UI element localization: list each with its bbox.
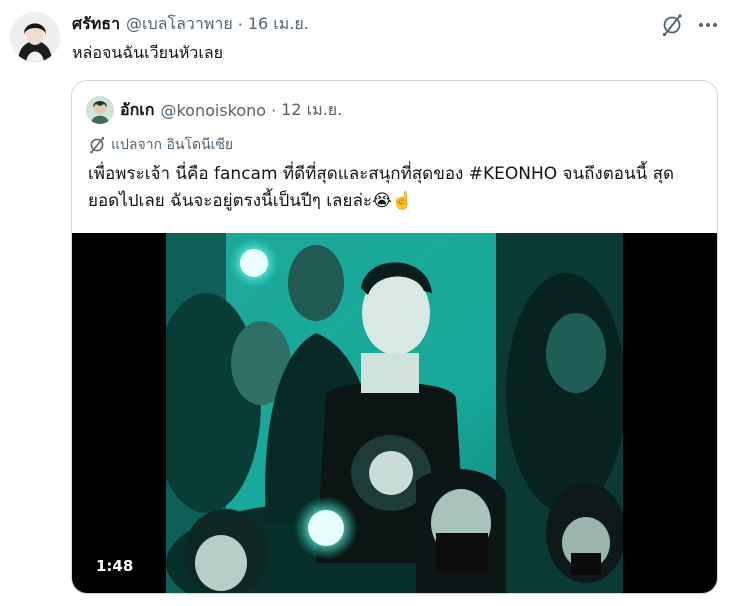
tweet-text: หล่อจนฉันเวียนหัวเลย [72,43,224,62]
quoted-text-line-2-text: ยอดไปเลย ฉันจะอยู่ตรงนี้เป็นปีๆ เลยล่ะ [88,191,372,211]
quoted-tweet-date[interactable]: 12 เม.ย. [281,98,342,123]
avatar-image [10,12,60,62]
author-handle[interactable]: @เบลโลวาพาย [126,12,233,37]
quoted-author-avatar[interactable] [86,96,114,124]
quoted-tweet-text: เพื่อพระเจ้า นี่คือ fancam ที่ดีที่สุดแล… [88,161,708,215]
more-options-icon-dot [713,23,717,27]
quoted-header-separator: · [271,100,277,120]
concert-crowd-image [166,233,623,593]
tweet-header: ศรัทธา @เบลโลวาพาย · 16 เม.ย. [72,12,309,36]
more-options-icon-dot [706,23,710,27]
more-options-icon [699,23,703,27]
quoted-text-line-2: ยอดไปเลย ฉันจะอยู่ตรงนี้เป็นปีๆ เลยล่ะ😭☝… [88,188,708,215]
author-avatar[interactable] [10,12,60,62]
tweet: ศรัทธา @เบลโลวาพาย · 16 เม.ย. หล่อจนฉันเ… [0,0,735,606]
crying-face-emoji: 😭 [372,191,392,211]
quoted-text-line-1: เพื่อพระเจ้า นี่คือ fancam ที่ดีที่สุดแล… [88,164,675,184]
author-display-name[interactable]: ศรัทธา [72,12,120,37]
translate-icon [662,14,682,37]
quoted-author-display-name[interactable]: อักเก [120,98,154,123]
header-separator: · [237,14,243,34]
pointing-up-emoji: ☝️ [391,191,414,211]
video-duration: 1:48 [90,554,140,578]
translate-button[interactable] [660,13,684,37]
more-options-button[interactable] [696,13,720,37]
quoted-tweet-header: อักเก @konoiskono · 12 เม.ย. [120,99,342,121]
quoted-tweet[interactable]: อักเก @konoiskono · 12 เม.ย. แปลจาก อินโ… [71,80,718,594]
quoted-author-handle[interactable]: @konoiskono [160,101,266,120]
quoted-avatar-image [86,96,114,124]
translate-icon [90,136,105,154]
tweet-date[interactable]: 16 เม.ย. [248,12,309,37]
translated-from-label[interactable]: แปลจาก อินโดนีเซีย [88,135,233,155]
translated-from-text: แปลจาก อินโดนีเซีย [111,137,234,153]
video-player[interactable]: 1:48 [72,233,717,593]
video-thumbnail[interactable] [166,233,623,593]
